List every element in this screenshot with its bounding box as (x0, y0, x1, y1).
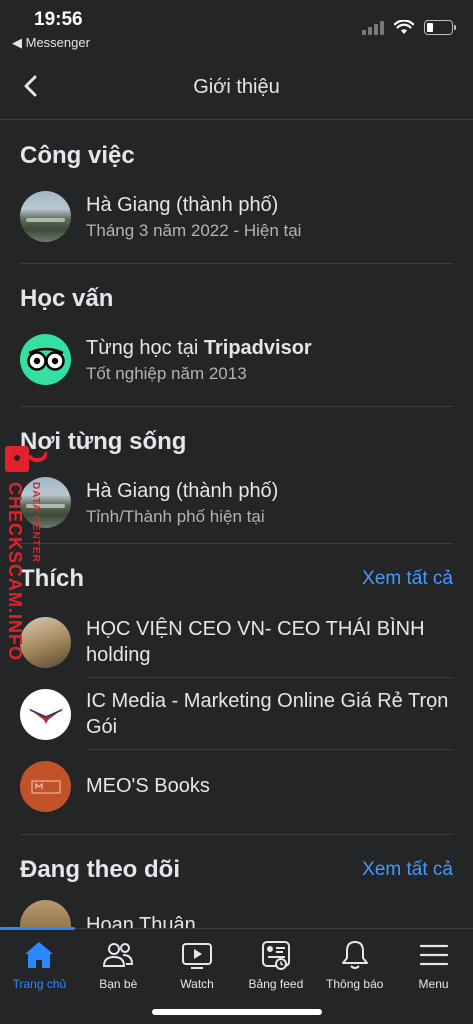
tab-label: Thông báo (326, 977, 384, 991)
tab-label: Trang chủ (12, 977, 67, 991)
checkscam-watermark: CHECKSCAM.INFO DATA CENTER (0, 438, 52, 668)
following-item-title: Hoan Thuân (86, 914, 196, 928)
education-item-year: Tốt nghiệp năm 2013 (86, 363, 247, 383)
likes-see-all-link[interactable]: Xem tất cả (362, 568, 453, 590)
tab-label: Watch (180, 977, 214, 991)
nav-header: Giới thiệu (0, 62, 473, 120)
tab-watch[interactable]: Watch (158, 929, 237, 995)
watermark-main-text: CHECKSCAM.INFO (5, 482, 25, 661)
tab-home[interactable]: Trang chủ (0, 929, 79, 995)
tab-label: Bạn bè (99, 977, 138, 991)
back-to-messenger-link[interactable]: ◀ Messenger (12, 35, 90, 51)
list-item[interactable]: HỌC VIỆN CEO VN- CEO THÁI BÌNH holding (20, 606, 453, 678)
tab-notifications[interactable]: Thông báo (315, 929, 394, 995)
tab-friends[interactable]: Bạn bè (79, 929, 158, 995)
home-indicator[interactable] (152, 1009, 322, 1015)
menu-icon (419, 944, 448, 966)
about-content[interactable]: Công việc Hà Giang (thành phố) Tháng 3 n… (0, 121, 473, 928)
work-item-date: Tháng 3 năm 2022 - Hiện tại (86, 220, 302, 240)
education-item[interactable]: Từng học tại Tripadvisor Tốt nghiệp năm … (20, 334, 453, 397)
meo-books-logo-icon (20, 760, 71, 812)
profile-avatar (20, 899, 71, 928)
status-icons (362, 20, 456, 35)
status-time: 19:56 (34, 9, 83, 30)
lived-item-subtitle: Tỉnh/Thành phố hiện tại (86, 506, 265, 526)
battery-icon (424, 20, 456, 35)
status-bar: 19:56 ◀ Messenger (0, 0, 473, 58)
like-item-title: MEO'S Books (86, 775, 210, 797)
wifi-icon (394, 20, 414, 34)
bell-icon (341, 941, 368, 969)
tab-label: Menu (418, 977, 449, 991)
friends-icon (103, 943, 134, 967)
education-item-title: Từng học tại Tripadvisor (86, 335, 312, 361)
following-see-all-link[interactable]: Xem tất cả (362, 859, 453, 881)
lived-section: Nơi từng sống Hà Giang (thành phố) Tỉnh/… (0, 407, 473, 540)
bottom-tab-bar: Trang chủ Bạn bè Watch Bảng feed Thông b… (0, 927, 473, 1024)
home-icon (25, 942, 54, 968)
tab-feed[interactable]: Bảng feed (236, 929, 315, 995)
likes-list: HỌC VIỆN CEO VN- CEO THÁI BÌNH holding I… (20, 606, 453, 822)
education-title: Học vấn (20, 285, 114, 312)
work-item-title: Hà Giang (thành phố) (86, 193, 279, 216)
active-tab-indicator (0, 927, 75, 930)
tab-label: Bảng feed (248, 977, 304, 991)
list-item[interactable]: Hoan Thuân (20, 895, 453, 928)
cellular-signal-icon (362, 20, 384, 35)
likes-section: Thích Xem tất cả HỌC VIỆN CEO VN- CEO TH… (0, 544, 473, 822)
location-avatar (20, 191, 71, 242)
education-section: Học vấn Từng học tại Tripadvisor Tốt ngh… (0, 264, 473, 397)
list-item[interactable]: IC Media - Marketing Online Giá Rẻ Trọn … (20, 678, 453, 750)
like-item-title: IC Media - Marketing Online Giá Rẻ Trọn … (86, 689, 449, 738)
watermark-small-text: DATA CENTER (30, 482, 41, 563)
lived-item-title: Hà Giang (thành phố) (86, 479, 279, 502)
tripadvisor-logo-icon (20, 334, 71, 385)
school-name[interactable]: Tripadvisor (204, 337, 312, 359)
like-item-title: HỌC VIỆN CEO VN- CEO THÁI BÌNH holding (86, 617, 425, 666)
work-section: Công việc Hà Giang (thành phố) Tháng 3 n… (0, 121, 473, 254)
ic-media-logo-icon (20, 688, 71, 740)
lock-icon (5, 446, 47, 472)
list-item[interactable]: MEO'S Books (20, 750, 453, 822)
tab-menu[interactable]: Menu (394, 929, 473, 995)
watch-icon (182, 943, 213, 969)
following-section: Đang theo dõi Xem tất cả Hoan Thuân (0, 835, 473, 928)
lived-item[interactable]: Hà Giang (thành phố) Tỉnh/Thành phố hiện… (20, 477, 453, 540)
feed-icon (261, 941, 290, 970)
work-item[interactable]: Hà Giang (thành phố) Tháng 3 năm 2022 - … (20, 191, 453, 254)
page-title: Giới thiệu (193, 76, 280, 98)
work-title: Công việc (20, 142, 135, 169)
education-prefix: Từng học tại (86, 336, 204, 359)
following-title: Đang theo dõi (20, 856, 180, 883)
